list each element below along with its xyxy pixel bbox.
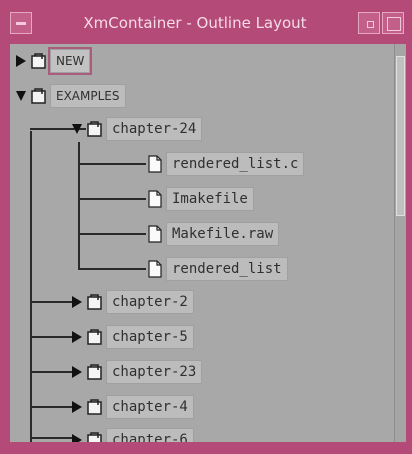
container-view: NEW EXAMPLES chapter-24 rendered_list.c …: [10, 44, 394, 442]
tree-line: [30, 406, 74, 408]
expand-arrow-icon[interactable]: [70, 290, 84, 314]
folder-icon: [84, 117, 106, 141]
file-icon: [144, 257, 166, 281]
app-window: XmContainer - Outline Layout NEW EXAMPLE…: [0, 0, 412, 454]
file-icon: [144, 187, 166, 211]
file-icon: [144, 222, 166, 246]
collapse-arrow-icon[interactable]: [70, 117, 84, 141]
tree-node-chapter-23[interactable]: chapter-23: [70, 360, 203, 384]
tree-node-label[interactable]: Makefile.raw: [166, 222, 280, 246]
expand-arrow-icon[interactable]: [70, 360, 84, 384]
tree-node-file[interactable]: rendered_list.c: [144, 152, 305, 176]
folder-icon: [28, 49, 50, 73]
tree-node-label[interactable]: chapter-5: [106, 325, 194, 349]
tree-node-label[interactable]: chapter-6: [106, 428, 194, 442]
tree-node-chapter-5[interactable]: chapter-5: [70, 325, 194, 349]
tree-node-chapter-6[interactable]: chapter-6: [70, 428, 194, 442]
folder-icon: [84, 428, 106, 442]
window-title: XmContainer - Outline Layout: [83, 14, 307, 32]
tree-node-new[interactable]: NEW: [14, 49, 91, 73]
tree-node-chapter-24[interactable]: chapter-24: [70, 117, 203, 141]
folder-icon: [84, 290, 106, 314]
tree-line: [30, 131, 32, 442]
tree-node-label[interactable]: chapter-23: [106, 360, 203, 384]
minimize-button[interactable]: [358, 12, 380, 34]
tree-node-chapter-2[interactable]: chapter-2: [70, 290, 194, 314]
tree-line: [78, 198, 146, 200]
tree-node-label[interactable]: chapter-24: [106, 117, 203, 141]
tree-line: [30, 437, 74, 439]
window-menu-button[interactable]: [10, 12, 32, 34]
expand-arrow-icon[interactable]: [70, 325, 84, 349]
folder-icon: [84, 360, 106, 384]
collapse-arrow-icon[interactable]: [14, 84, 28, 108]
tree-line: [30, 371, 74, 373]
tree-node-file[interactable]: Makefile.raw: [144, 222, 280, 246]
tree-node-label[interactable]: Imakefile: [166, 187, 254, 211]
title-bar[interactable]: XmContainer - Outline Layout: [4, 4, 408, 44]
tree-node-label[interactable]: EXAMPLES: [50, 84, 126, 108]
tree-node-label[interactable]: rendered_list.c: [166, 152, 305, 176]
expand-arrow-icon[interactable]: [14, 49, 28, 73]
folder-icon: [28, 84, 50, 108]
tree-line: [30, 336, 74, 338]
expand-arrow-icon[interactable]: [70, 395, 84, 419]
scrollbar-thumb[interactable]: [396, 56, 405, 216]
tree-node-label[interactable]: NEW: [50, 49, 91, 73]
tree-line: [30, 301, 74, 303]
tree-line: [78, 163, 146, 165]
tree-node-file[interactable]: rendered_list: [144, 257, 288, 281]
folder-icon: [84, 395, 106, 419]
maximize-button[interactable]: [382, 12, 404, 34]
tree-line: [78, 142, 80, 268]
tree-node-examples[interactable]: EXAMPLES: [14, 84, 126, 108]
tree-node-label[interactable]: chapter-2: [106, 290, 194, 314]
tree-line: [78, 233, 146, 235]
tree-node-file[interactable]: Imakefile: [144, 187, 254, 211]
tree-node-label[interactable]: rendered_list: [166, 257, 288, 281]
tree-node-chapter-4[interactable]: chapter-4: [70, 395, 194, 419]
folder-icon: [84, 325, 106, 349]
tree-node-label[interactable]: chapter-4: [106, 395, 194, 419]
tree-line: [78, 268, 146, 270]
expand-arrow-icon[interactable]: [70, 428, 84, 442]
vertical-scrollbar[interactable]: [394, 44, 406, 442]
file-icon: [144, 152, 166, 176]
